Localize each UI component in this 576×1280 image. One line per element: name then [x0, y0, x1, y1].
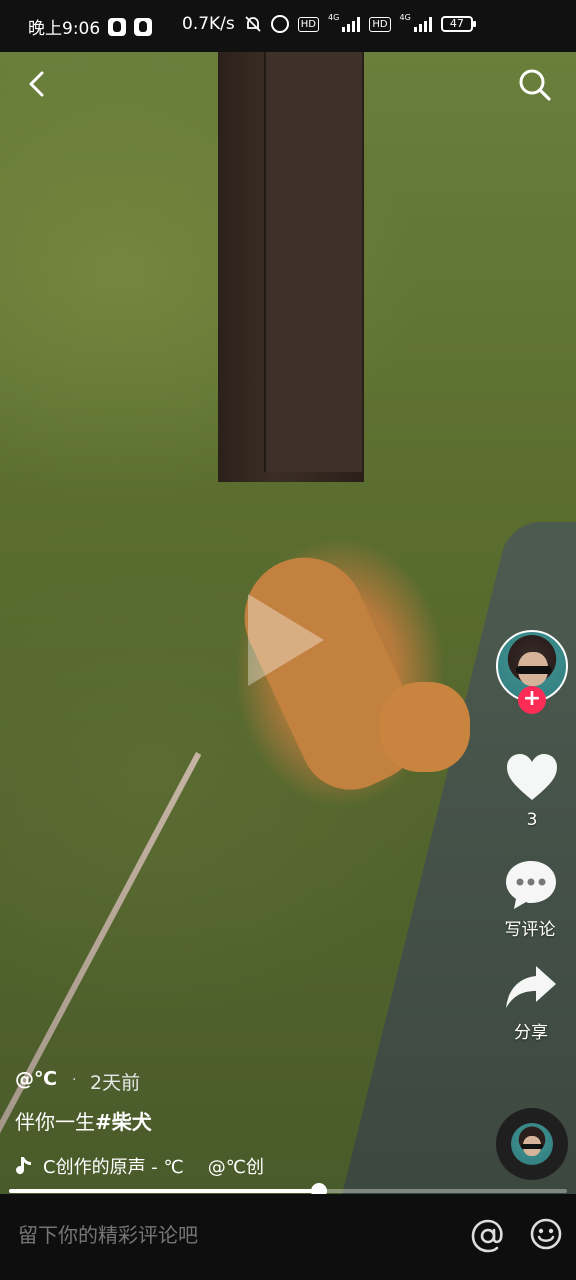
share-label[interactable]: 分享	[491, 1018, 571, 1043]
mute-bell-icon	[245, 16, 261, 32]
share-icon[interactable]	[504, 964, 558, 1010]
comment-bar	[0, 1194, 576, 1280]
music-info[interactable]: C创作的原声 - ℃ @℃创	[15, 1153, 285, 1179]
network-type-2: 4G	[399, 13, 411, 22]
hd-icon: HD	[297, 16, 320, 32]
comment-input[interactable]	[16, 1224, 440, 1249]
qq-notification-icon	[108, 17, 127, 36]
progress-fill	[9, 1189, 319, 1193]
hd-icon-2: HD	[369, 16, 391, 32]
music-title: C创作的原声 - ℃	[43, 1157, 184, 1178]
like-count: 3	[526, 810, 538, 830]
status-right: 0.7K/s HD 4G HD 4G 47	[182, 13, 476, 34]
signal-icon-2	[413, 16, 432, 32]
video-caption: 伴你一生#柴犬	[15, 1106, 152, 1135]
heart-icon[interactable]	[505, 752, 559, 804]
comment-icon[interactable]	[504, 858, 558, 912]
status-time: 晚上9:06	[28, 19, 101, 39]
video-scene-dog	[224, 532, 480, 842]
signal-icon	[342, 16, 361, 32]
alarm-icon	[270, 15, 289, 33]
qq-notification-icon-2	[134, 17, 153, 36]
music-note-icon	[16, 1157, 31, 1175]
author-name[interactable]: @℃	[15, 1068, 57, 1090]
network-speed: 0.7K/s	[182, 14, 235, 34]
play-icon[interactable]	[248, 594, 324, 686]
video-progress-bar[interactable]	[9, 1183, 567, 1199]
separator-dot: ·	[72, 1072, 77, 1088]
status-bar: 晚上9:06 0.7K/s HD 4G HD 4G 47	[0, 0, 576, 52]
at-icon[interactable]	[470, 1218, 506, 1254]
search-icon[interactable]	[518, 68, 552, 102]
emoji-icon[interactable]	[530, 1218, 562, 1250]
post-time: 2天前	[90, 1072, 141, 1094]
comment-label[interactable]: 写评论	[490, 915, 570, 940]
status-left: 晚上9:06	[28, 14, 153, 39]
video-scene-signpost	[218, 52, 364, 482]
music-author: @℃创	[207, 1157, 264, 1178]
battery-icon: 47	[440, 16, 476, 32]
music-disc[interactable]	[496, 1108, 568, 1180]
caption-text: 伴你一生	[15, 1110, 95, 1134]
network-type: 4G	[328, 13, 340, 22]
back-icon[interactable]	[24, 70, 52, 98]
follow-button[interactable]: +	[518, 686, 546, 714]
hashtag-link[interactable]: #柴犬	[95, 1110, 152, 1134]
